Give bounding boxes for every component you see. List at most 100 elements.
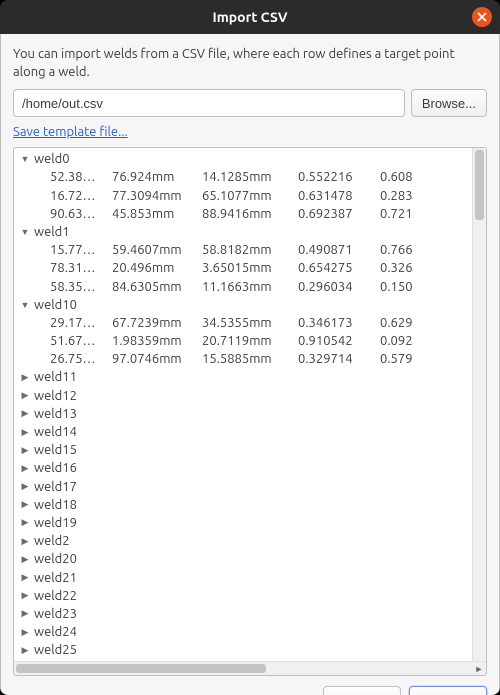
tree-item[interactable]: ▶weld18 xyxy=(14,496,472,514)
tree-item-label: weld23 xyxy=(32,607,77,621)
tree-item[interactable]: ▼weld10 xyxy=(14,296,472,314)
tree-item-label: weld20 xyxy=(32,552,77,566)
tree-content[interactable]: ▼weld052.38…76.924mm14.1285mm0.5522160.6… xyxy=(14,148,472,661)
chevron-right-icon[interactable]: ▶ xyxy=(18,408,32,419)
cell: 16.72… xyxy=(50,189,112,203)
tree-item[interactable]: ▶weld11 xyxy=(14,368,472,386)
cell: 15.5885mm xyxy=(202,352,298,366)
ok-button[interactable]: OK xyxy=(409,686,487,695)
chevron-right-icon[interactable]: ▶ xyxy=(18,445,32,456)
chevron-right-icon[interactable]: ▶ xyxy=(18,572,32,583)
chevron-down-icon[interactable]: ▼ xyxy=(18,300,32,310)
cell: 29.17… xyxy=(50,316,112,330)
chevron-right-icon[interactable]: ▶ xyxy=(18,499,32,510)
cell: 58.8182mm xyxy=(202,243,298,257)
browse-button[interactable]: Browse... xyxy=(411,89,487,117)
tree-data-row[interactable]: 26.75…97.0746mm15.5885mm0.3297140.579 xyxy=(14,350,472,368)
tree-item[interactable]: ▼weld0 xyxy=(14,150,472,168)
cell: 0.283 xyxy=(380,189,440,203)
tree-data-row[interactable]: 15.77…59.4607mm58.8182mm0.4908710.766 xyxy=(14,241,472,259)
tree-body: ▼weld052.38…76.924mm14.1285mm0.5522160.6… xyxy=(14,148,486,661)
tree-data-row[interactable]: 16.72…77.3094mm65.1077mm0.6314780.283 xyxy=(14,186,472,204)
chevron-right-icon[interactable]: ▶ xyxy=(18,608,32,619)
tree-item[interactable]: ▶weld2 xyxy=(14,532,472,550)
cell: 65.1077mm xyxy=(202,189,298,203)
tree-data-row[interactable]: 78.31…20.496mm3.65015mm0.6542750.326 xyxy=(14,259,472,277)
tree-item-label: weld12 xyxy=(32,389,77,403)
chevron-right-icon[interactable]: ▶ xyxy=(18,517,32,528)
chevron-right-icon[interactable]: ▶ xyxy=(18,481,32,492)
tree-item-label: weld13 xyxy=(32,407,77,421)
cell: 0.629 xyxy=(380,316,440,330)
tree-item-label: weld11 xyxy=(32,370,77,384)
chevron-right-icon[interactable]: ▶ xyxy=(18,372,32,383)
tree-item-label: weld0 xyxy=(32,152,70,166)
cell: 67.7239mm xyxy=(112,316,202,330)
chevron-right-icon[interactable]: ▶ xyxy=(18,390,32,401)
tree-item[interactable]: ▶weld20 xyxy=(14,550,472,568)
path-row: Browse... xyxy=(13,89,487,117)
tree-item[interactable]: ▶weld24 xyxy=(14,623,472,641)
cell: 51.67… xyxy=(50,334,112,348)
tree-item[interactable]: ▶weld22 xyxy=(14,587,472,605)
cell: 58.35… xyxy=(50,280,112,294)
tree-item[interactable]: ▶weld23 xyxy=(14,605,472,623)
vertical-scroll-thumb[interactable] xyxy=(475,150,484,220)
tree-item[interactable]: ▶weld21 xyxy=(14,568,472,586)
chevron-down-icon[interactable]: ▼ xyxy=(18,227,32,237)
tree-data-row[interactable]: 90.63…45.853mm88.9416mm0.6923870.721 xyxy=(14,205,472,223)
chevron-right-icon[interactable]: ▶ xyxy=(18,536,32,547)
cell: 11.1663mm xyxy=(202,280,298,294)
tree-item-label: weld15 xyxy=(32,443,77,457)
cell: 0.692387 xyxy=(298,207,380,221)
cell: 0.346173 xyxy=(298,316,380,330)
tree-data-row[interactable]: 51.67…1.98359mm20.7119mm0.9105420.092 xyxy=(14,332,472,350)
dialog-footer: Cancel OK xyxy=(13,684,487,695)
window-title: Import CSV xyxy=(212,9,287,25)
cell: 0.631478 xyxy=(298,189,380,203)
chevron-right-icon[interactable]: ▶ xyxy=(18,590,32,601)
vertical-scrollbar[interactable] xyxy=(472,148,486,661)
close-icon xyxy=(477,12,487,22)
tree-data-row[interactable]: 29.17…67.7239mm34.5355mm0.3461730.629 xyxy=(14,314,472,332)
tree-item[interactable]: ▶weld14 xyxy=(14,423,472,441)
file-path-input[interactable] xyxy=(13,89,405,117)
cell: 88.9416mm xyxy=(202,207,298,221)
chevron-right-icon[interactable]: ▶ xyxy=(18,645,32,656)
tree-item-label: weld19 xyxy=(32,516,77,530)
tree-item[interactable]: ▶weld17 xyxy=(14,477,472,495)
tree-item[interactable]: ▶weld13 xyxy=(14,405,472,423)
tree-data-row[interactable]: 52.38…76.924mm14.1285mm0.5522160.608 xyxy=(14,168,472,186)
cell: 52.38… xyxy=(50,170,112,184)
close-button[interactable] xyxy=(472,7,492,27)
cell: 14.1285mm xyxy=(202,170,298,184)
instruction-text: You can import welds from a CSV file, wh… xyxy=(13,46,487,81)
tree-data-row[interactable]: 58.35…84.6305mm11.1663mm0.2960340.150 xyxy=(14,277,472,295)
cell: 1.98359mm xyxy=(112,334,202,348)
tree-item[interactable]: ▶weld16 xyxy=(14,459,472,477)
horizontal-scrollbar[interactable]: ◄ ► xyxy=(14,661,486,675)
cancel-button[interactable]: Cancel xyxy=(323,686,401,695)
cell: 90.63… xyxy=(50,207,112,221)
scroll-right-icon[interactable]: ► xyxy=(472,662,486,675)
tree-item-label: weld18 xyxy=(32,498,77,512)
titlebar: Import CSV xyxy=(0,0,500,34)
chevron-right-icon[interactable]: ▶ xyxy=(18,627,32,638)
tree-item[interactable]: ▼weld1 xyxy=(14,223,472,241)
chevron-right-icon[interactable]: ▶ xyxy=(18,463,32,474)
cell: 15.77… xyxy=(50,243,112,257)
chevron-down-icon[interactable]: ▼ xyxy=(18,154,32,164)
cell: 0.092 xyxy=(380,334,440,348)
tree-item[interactable]: ▶weld25 xyxy=(14,641,472,659)
cell: 0.296034 xyxy=(298,280,380,294)
save-template-link[interactable]: Save template file... xyxy=(13,125,487,139)
horizontal-scroll-thumb[interactable] xyxy=(16,664,266,673)
tree-item[interactable]: ▶weld12 xyxy=(14,387,472,405)
chevron-right-icon[interactable]: ▶ xyxy=(18,427,32,438)
cell: 0.326 xyxy=(380,261,440,275)
tree-item-label: weld22 xyxy=(32,589,77,603)
cell: 77.3094mm xyxy=(112,189,202,203)
chevron-right-icon[interactable]: ▶ xyxy=(18,554,32,565)
tree-item[interactable]: ▶weld15 xyxy=(14,441,472,459)
tree-item[interactable]: ▶weld19 xyxy=(14,514,472,532)
